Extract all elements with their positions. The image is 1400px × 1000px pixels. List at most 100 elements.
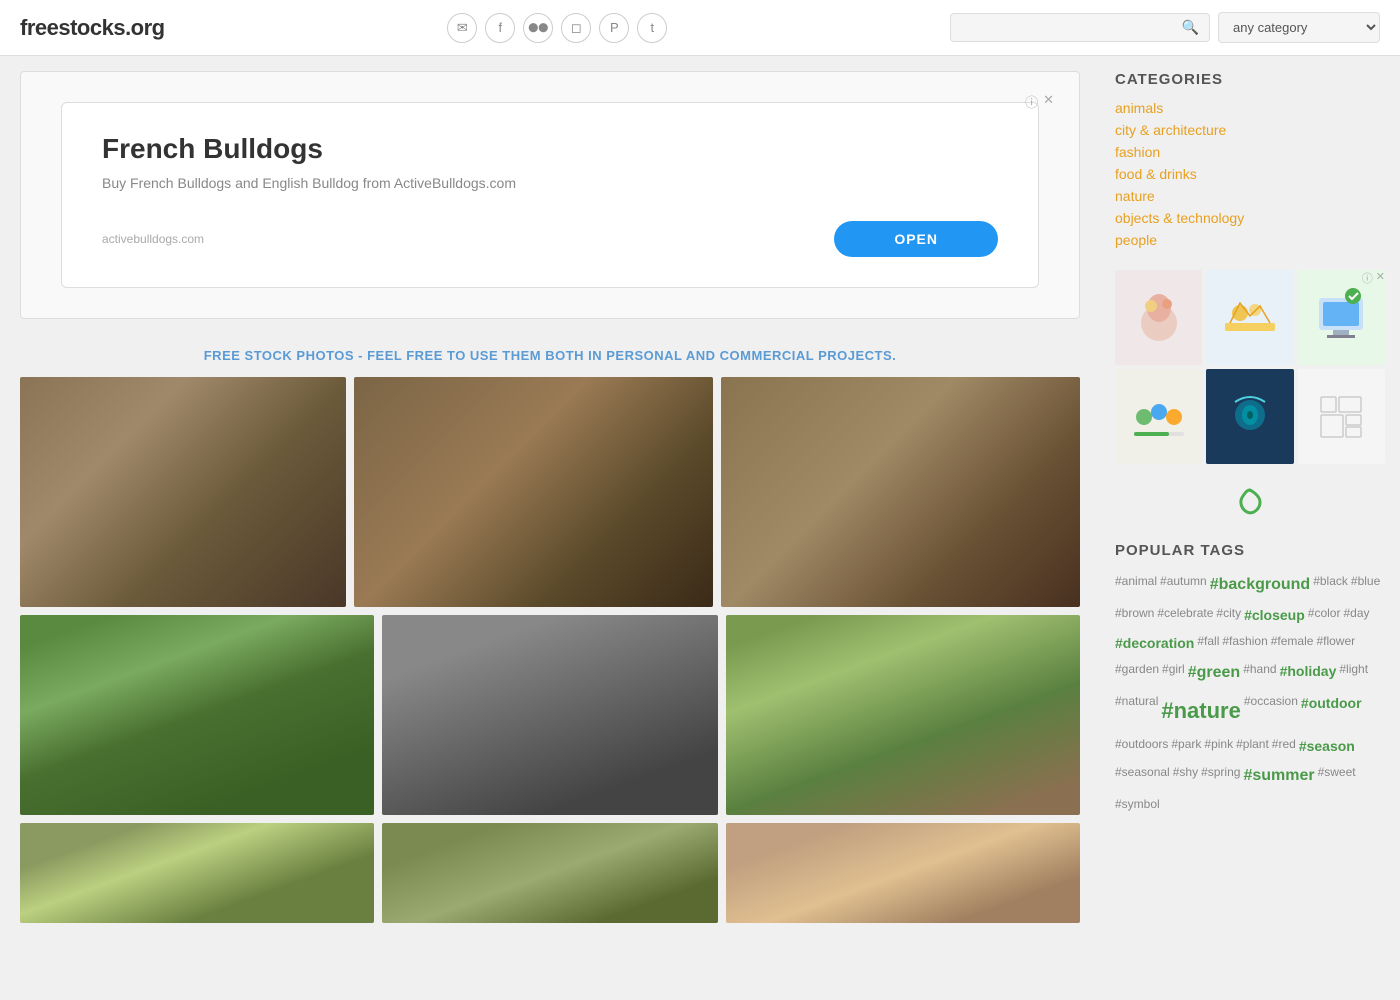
photo-row-3 xyxy=(20,823,1080,923)
sidebar-ad-item-2[interactable] xyxy=(1206,270,1293,365)
tagline: FREE STOCK PHOTOS - FEEL FREE TO USE THE… xyxy=(0,334,1100,377)
photo-item-1[interactable] xyxy=(20,377,346,607)
email-icon[interactable]: ✉ xyxy=(447,13,477,43)
ad-source: activebulldogs.com xyxy=(102,232,204,246)
tag-background[interactable]: #background xyxy=(1210,571,1310,600)
list-item: fashion xyxy=(1115,144,1385,162)
tag-decoration[interactable]: #decoration xyxy=(1115,631,1194,656)
tag-nature[interactable]: #nature xyxy=(1161,691,1240,731)
sidebar-ad-info-icon[interactable]: ⓘ xyxy=(1362,270,1373,286)
search-box: 🔍 xyxy=(950,13,1210,42)
category-link-objects[interactable]: objects & technology xyxy=(1115,210,1244,226)
popular-tags-title: POPULAR TAGS xyxy=(1115,542,1385,559)
photo-item-5[interactable] xyxy=(382,615,718,815)
flickr-icon[interactable]: ⬤⬤ xyxy=(523,13,553,43)
sidebar-spinner xyxy=(1115,479,1385,532)
search-icon[interactable]: 🔍 xyxy=(1182,19,1199,36)
tag-sweet[interactable]: #sweet xyxy=(1318,762,1356,791)
tag-black[interactable]: #black xyxy=(1313,571,1348,600)
sidebar-ad-controls: ⓘ ✕ xyxy=(1362,270,1385,286)
tag-spring[interactable]: #spring xyxy=(1201,762,1240,791)
tag-female[interactable]: #female xyxy=(1271,631,1314,656)
ad-close-icon[interactable]: ✕ xyxy=(1043,92,1054,111)
list-item: objects & technology xyxy=(1115,210,1385,228)
tag-light[interactable]: #light xyxy=(1339,659,1368,688)
pinterest-icon[interactable]: P xyxy=(599,13,629,43)
sidebar-ad-item-5[interactable] xyxy=(1206,369,1293,464)
photo-item-2[interactable] xyxy=(354,377,713,607)
tag-garden[interactable]: #garden xyxy=(1115,659,1159,688)
instagram-icon[interactable]: ◻ xyxy=(561,13,591,43)
sidebar-ad-close-icon[interactable]: ✕ xyxy=(1376,270,1385,286)
tag-season[interactable]: #season xyxy=(1299,734,1355,759)
photo-row-1 xyxy=(20,377,1080,607)
tag-girl[interactable]: #girl xyxy=(1162,659,1185,688)
tag-green[interactable]: #green xyxy=(1188,659,1240,688)
photo-item-8[interactable] xyxy=(382,823,718,923)
category-select[interactable]: any category animals city & architecture… xyxy=(1218,12,1380,43)
popular-tags-section: POPULAR TAGS #animal #autumn #background… xyxy=(1115,542,1385,815)
ad-footer: activebulldogs.com OPEN xyxy=(102,221,998,257)
tag-park[interactable]: #park xyxy=(1171,734,1201,759)
list-item: food & drinks xyxy=(1115,166,1385,184)
search-input[interactable] xyxy=(961,20,1182,35)
sidebar-ad-item-4[interactable] xyxy=(1115,369,1202,464)
sidebar-ad: ⓘ ✕ xyxy=(1115,270,1385,464)
ad-open-button[interactable]: OPEN xyxy=(834,221,998,257)
photo-grid xyxy=(0,377,1100,923)
tag-closeup[interactable]: #closeup xyxy=(1244,603,1305,628)
tag-pink[interactable]: #pink xyxy=(1204,734,1233,759)
logo[interactable]: freestocks.org xyxy=(20,15,165,41)
tag-shy[interactable]: #shy xyxy=(1173,762,1198,791)
sidebar: CATEGORIES animals city & architecture f… xyxy=(1100,56,1400,943)
tags-container: #animal #autumn #background #black #blue… xyxy=(1115,571,1385,815)
category-link-animals[interactable]: animals xyxy=(1115,100,1163,116)
categories-title: CATEGORIES xyxy=(1115,71,1385,88)
tag-brown[interactable]: #brown xyxy=(1115,603,1154,628)
ad-info-icon[interactable]: ⓘ xyxy=(1025,92,1038,111)
category-link-fashion[interactable]: fashion xyxy=(1115,144,1160,160)
twitter-icon[interactable]: t xyxy=(637,13,667,43)
tag-symbol[interactable]: #symbol xyxy=(1115,794,1160,816)
photo-item-7[interactable] xyxy=(20,823,374,923)
category-link-nature[interactable]: nature xyxy=(1115,188,1155,204)
tag-flower[interactable]: #flower xyxy=(1316,631,1355,656)
tag-summer[interactable]: #summer xyxy=(1243,762,1314,791)
facebook-icon[interactable]: f xyxy=(485,13,515,43)
tag-fall[interactable]: #fall xyxy=(1197,631,1219,656)
tag-fashion[interactable]: #fashion xyxy=(1222,631,1267,656)
tag-plant[interactable]: #plant xyxy=(1236,734,1269,759)
list-item: city & architecture xyxy=(1115,122,1385,140)
tag-seasonal[interactable]: #seasonal xyxy=(1115,762,1170,791)
tag-autumn[interactable]: #autumn xyxy=(1160,571,1207,600)
sidebar-ad-item-1[interactable] xyxy=(1115,270,1202,365)
tag-celebrate[interactable]: #celebrate xyxy=(1157,603,1213,628)
tag-color[interactable]: #color xyxy=(1308,603,1341,628)
photo-item-6[interactable] xyxy=(726,615,1080,815)
tag-outdoors[interactable]: #outdoors xyxy=(1115,734,1168,759)
tag-animal[interactable]: #animal xyxy=(1115,571,1157,600)
photo-item-3[interactable] xyxy=(721,377,1080,607)
category-link-city[interactable]: city & architecture xyxy=(1115,122,1226,138)
tag-holiday[interactable]: #holiday xyxy=(1280,659,1337,688)
category-link-people[interactable]: people xyxy=(1115,232,1157,248)
photo-item-4[interactable] xyxy=(20,615,374,815)
category-link-food[interactable]: food & drinks xyxy=(1115,166,1197,182)
main-layout: ⓘ ✕ French Bulldogs Buy French Bulldogs … xyxy=(0,56,1400,943)
ad-banner: ⓘ ✕ French Bulldogs Buy French Bulldogs … xyxy=(20,71,1080,319)
tag-red[interactable]: #red xyxy=(1272,734,1296,759)
tag-city[interactable]: #city xyxy=(1216,603,1241,628)
tag-blue[interactable]: #blue xyxy=(1351,571,1380,600)
ad-subtitle: Buy French Bulldogs and English Bulldog … xyxy=(102,175,516,191)
tag-outdoor[interactable]: #outdoor xyxy=(1301,691,1362,731)
tag-natural[interactable]: #natural xyxy=(1115,691,1158,731)
photo-item-9[interactable] xyxy=(726,823,1080,923)
sidebar-ad-item-6[interactable] xyxy=(1298,369,1385,464)
categories-list: animals city & architecture fashion food… xyxy=(1115,100,1385,250)
header: freestocks.org ✉ f ⬤⬤ ◻ P t 🔍 any catego… xyxy=(0,0,1400,56)
ad-controls: ⓘ ✕ xyxy=(1025,92,1054,111)
tag-occasion[interactable]: #occasion xyxy=(1244,691,1298,731)
list-item: people xyxy=(1115,232,1385,250)
tag-hand[interactable]: #hand xyxy=(1243,659,1276,688)
tag-day[interactable]: #day xyxy=(1343,603,1369,628)
